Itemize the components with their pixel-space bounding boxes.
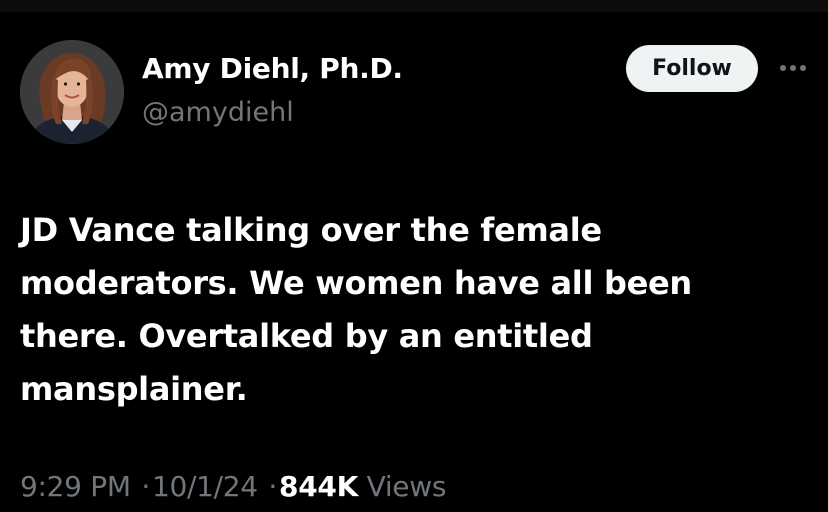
tweet-time[interactable]: 9:29 PM <box>20 470 131 503</box>
views-label: Views <box>366 470 447 503</box>
tweet-date[interactable]: 10/1/24 <box>152 470 258 503</box>
top-edge-bar <box>0 0 828 12</box>
more-horizontal-icon <box>780 65 806 71</box>
views-count: 844K <box>279 470 358 503</box>
avatar-portrait-icon <box>20 40 124 144</box>
follow-button[interactable]: Follow <box>626 45 758 92</box>
more-options-button[interactable] <box>776 56 810 80</box>
display-name[interactable]: Amy Diehl, Ph.D. <box>142 52 403 85</box>
avatar[interactable] <box>20 40 124 144</box>
tweet-meta: 9:29 PM ·10/1/24 ·844K Views <box>20 470 446 503</box>
tweet-text: JD Vance talking over the female moderat… <box>20 211 692 408</box>
separator-dot: · <box>268 470 278 503</box>
handle[interactable]: @amydiehl <box>142 97 294 128</box>
separator-dot: · <box>141 470 150 503</box>
